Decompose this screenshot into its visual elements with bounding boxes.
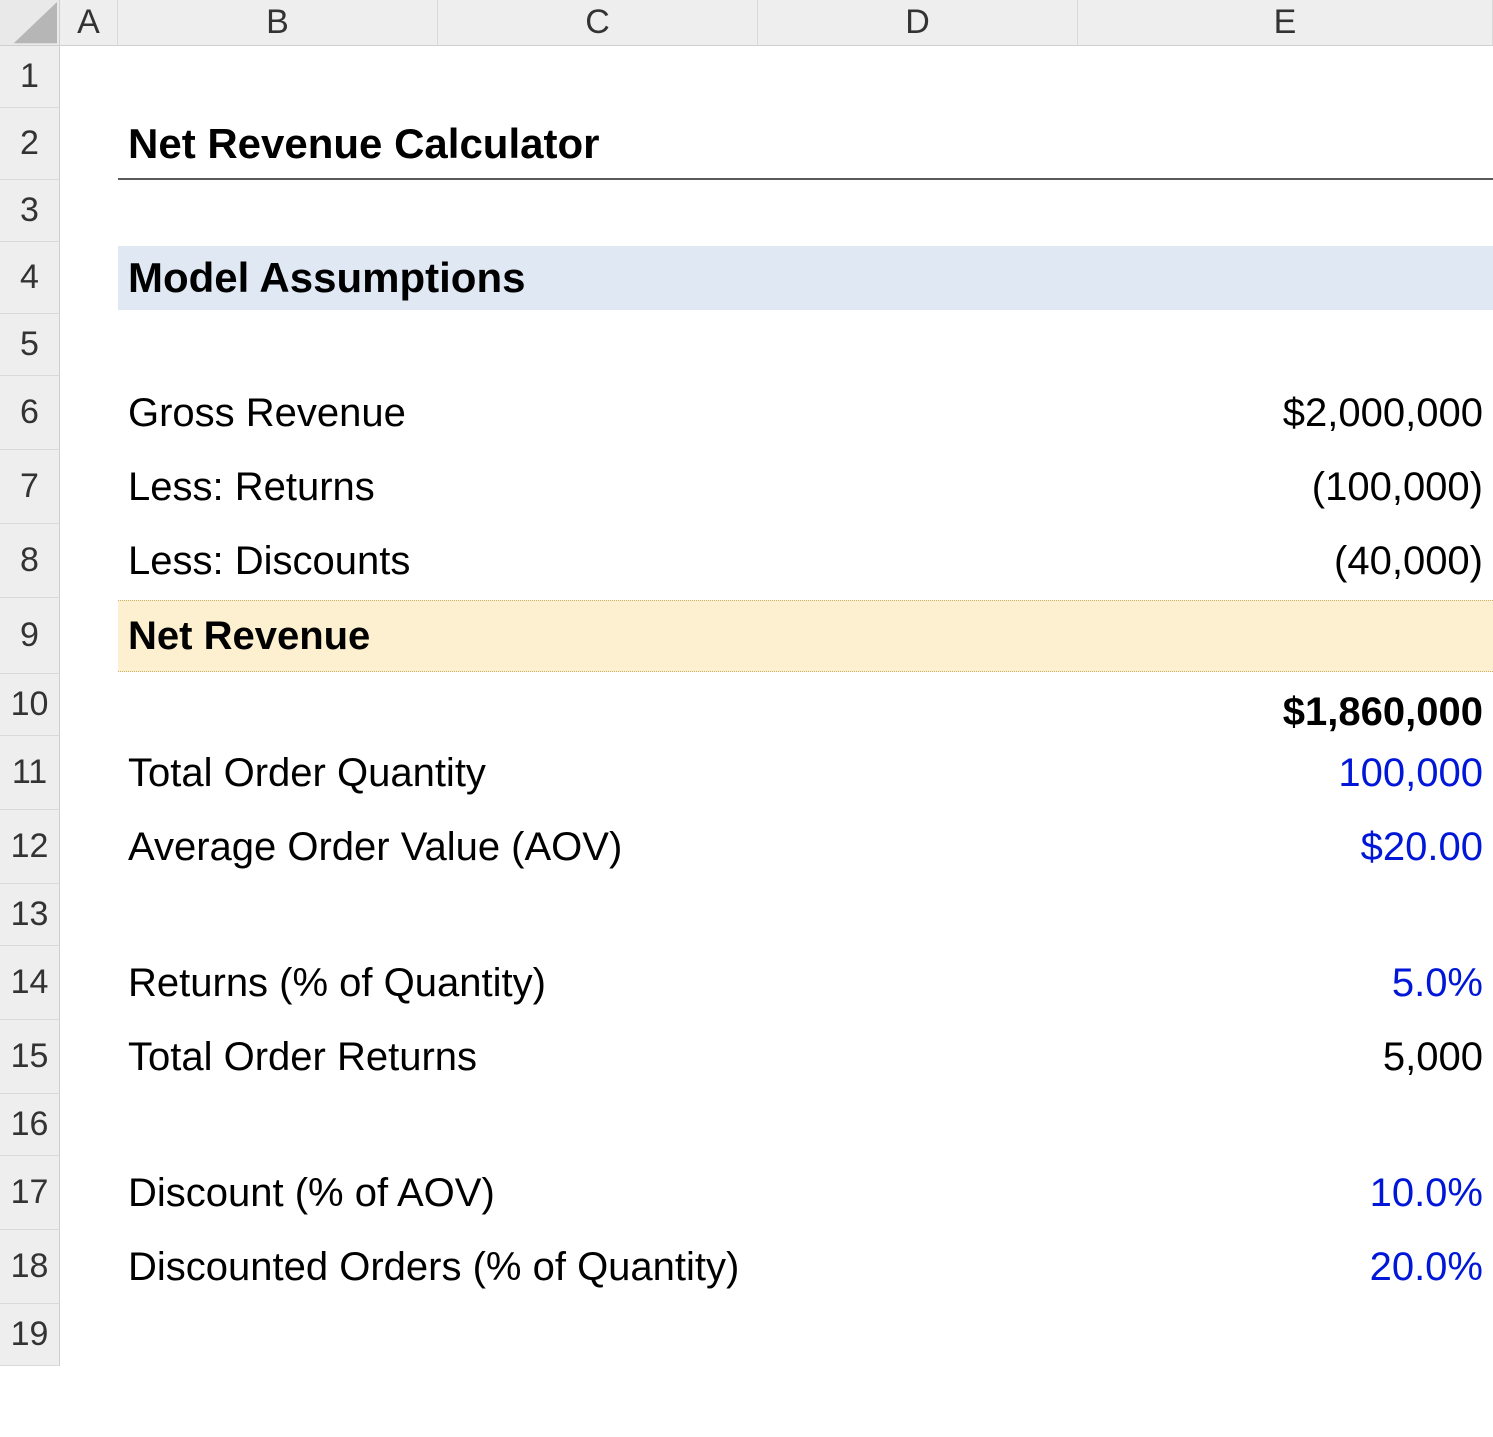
row-2: Net Revenue Calculator	[60, 108, 1493, 180]
row-header-5[interactable]: 5	[0, 314, 60, 376]
row-16	[60, 1094, 1493, 1156]
row-10	[60, 674, 1493, 736]
row-header-19[interactable]: 19	[0, 1304, 60, 1366]
discount-pct-aov-label[interactable]: Discount (% of AOV)	[118, 1156, 438, 1230]
row-header-13[interactable]: 13	[0, 884, 60, 946]
row-header-14[interactable]: 14	[0, 946, 60, 1020]
row-header-3[interactable]: 3	[0, 180, 60, 242]
row-12: Average Order Value (AOV) $20.00	[60, 810, 1493, 884]
returns-pct-label[interactable]: Returns (% of Quantity)	[118, 946, 438, 1020]
column-header-B[interactable]: B	[118, 0, 438, 46]
column-header-E[interactable]: E	[1078, 0, 1493, 46]
row-6: Gross Revenue $2,000,000	[60, 376, 1493, 450]
select-all-triangle-icon	[0, 0, 59, 45]
row-header-10[interactable]: 10	[0, 674, 60, 736]
total-order-returns-value[interactable]: 5,000	[1078, 1020, 1493, 1094]
select-all-corner[interactable]	[0, 0, 60, 46]
total-order-returns-label[interactable]: Total Order Returns	[118, 1020, 438, 1094]
row-header-18[interactable]: 18	[0, 1230, 60, 1304]
row-8: Less: Discounts (40,000)	[60, 524, 1493, 598]
spreadsheet: A B C D E 1 2 3 4 5 6 7 8 9 10 11 12 13 …	[0, 0, 1493, 1437]
row-3	[60, 180, 1493, 242]
gross-revenue-value[interactable]: $2,000,000	[1078, 376, 1493, 450]
column-header-D[interactable]: D	[758, 0, 1078, 46]
title-cell[interactable]: Net Revenue Calculator	[118, 108, 438, 180]
row-7: Less: Returns (100,000)	[60, 450, 1493, 524]
row-header-12[interactable]: 12	[0, 810, 60, 884]
less-returns-label[interactable]: Less: Returns	[118, 450, 438, 524]
row-header-16[interactable]: 16	[0, 1094, 60, 1156]
row-13	[60, 884, 1493, 946]
row-17: Discount (% of AOV) 10.0%	[60, 1156, 1493, 1230]
row-header-17[interactable]: 17	[0, 1156, 60, 1230]
row-19	[60, 1304, 1493, 1366]
row-11: Total Order Quantity 100,000	[60, 736, 1493, 810]
row-header-2[interactable]: 2	[0, 108, 60, 180]
row-header-1[interactable]: 1	[0, 46, 60, 108]
column-header-A[interactable]: A	[60, 0, 118, 46]
row-5	[60, 314, 1493, 376]
gross-revenue-label[interactable]: Gross Revenue	[118, 376, 438, 450]
row-header-4[interactable]: 4	[0, 242, 60, 314]
row-header-8[interactable]: 8	[0, 524, 60, 598]
row-1	[60, 46, 1493, 108]
total-order-quantity-value[interactable]: 100,000	[1078, 736, 1493, 810]
returns-pct-value[interactable]: 5.0%	[1078, 946, 1493, 1020]
row-18: Discounted Orders (% of Quantity) 20.0%	[60, 1230, 1493, 1304]
total-order-quantity-label[interactable]: Total Order Quantity	[118, 736, 438, 810]
discounted-orders-label[interactable]: Discounted Orders (% of Quantity)	[118, 1230, 438, 1304]
less-returns-value[interactable]: (100,000)	[1078, 450, 1493, 524]
row-header-9[interactable]: 9	[0, 598, 60, 674]
row-header-15[interactable]: 15	[0, 1020, 60, 1094]
cell-grid: Net Revenue Calculator Model Assumptions…	[60, 46, 1493, 1366]
aov-label[interactable]: Average Order Value (AOV)	[118, 810, 438, 884]
row-14: Returns (% of Quantity) 5.0%	[60, 946, 1493, 1020]
row-header-11[interactable]: 11	[0, 736, 60, 810]
discount-pct-aov-value[interactable]: 10.0%	[1078, 1156, 1493, 1230]
column-header-C[interactable]: C	[438, 0, 758, 46]
row-header-6[interactable]: 6	[0, 376, 60, 450]
column-header-row: A B C D E	[0, 0, 1493, 46]
less-discounts-value[interactable]: (40,000)	[1078, 524, 1493, 598]
row-4: Model Assumptions	[60, 242, 1493, 314]
row-15: Total Order Returns 5,000	[60, 1020, 1493, 1094]
section-header-cell[interactable]: Model Assumptions	[118, 242, 438, 314]
row-header-7[interactable]: 7	[0, 450, 60, 524]
aov-value[interactable]: $20.00	[1078, 810, 1493, 884]
less-discounts-label[interactable]: Less: Discounts	[118, 524, 438, 598]
row-header-column: 1 2 3 4 5 6 7 8 9 10 11 12 13 14 15 16 1…	[0, 46, 60, 1366]
row-9: Net Revenue $1,860,000	[60, 598, 1493, 674]
net-revenue-label[interactable]: Net Revenue	[118, 598, 438, 674]
discounted-orders-value[interactable]: 20.0%	[1078, 1230, 1493, 1304]
